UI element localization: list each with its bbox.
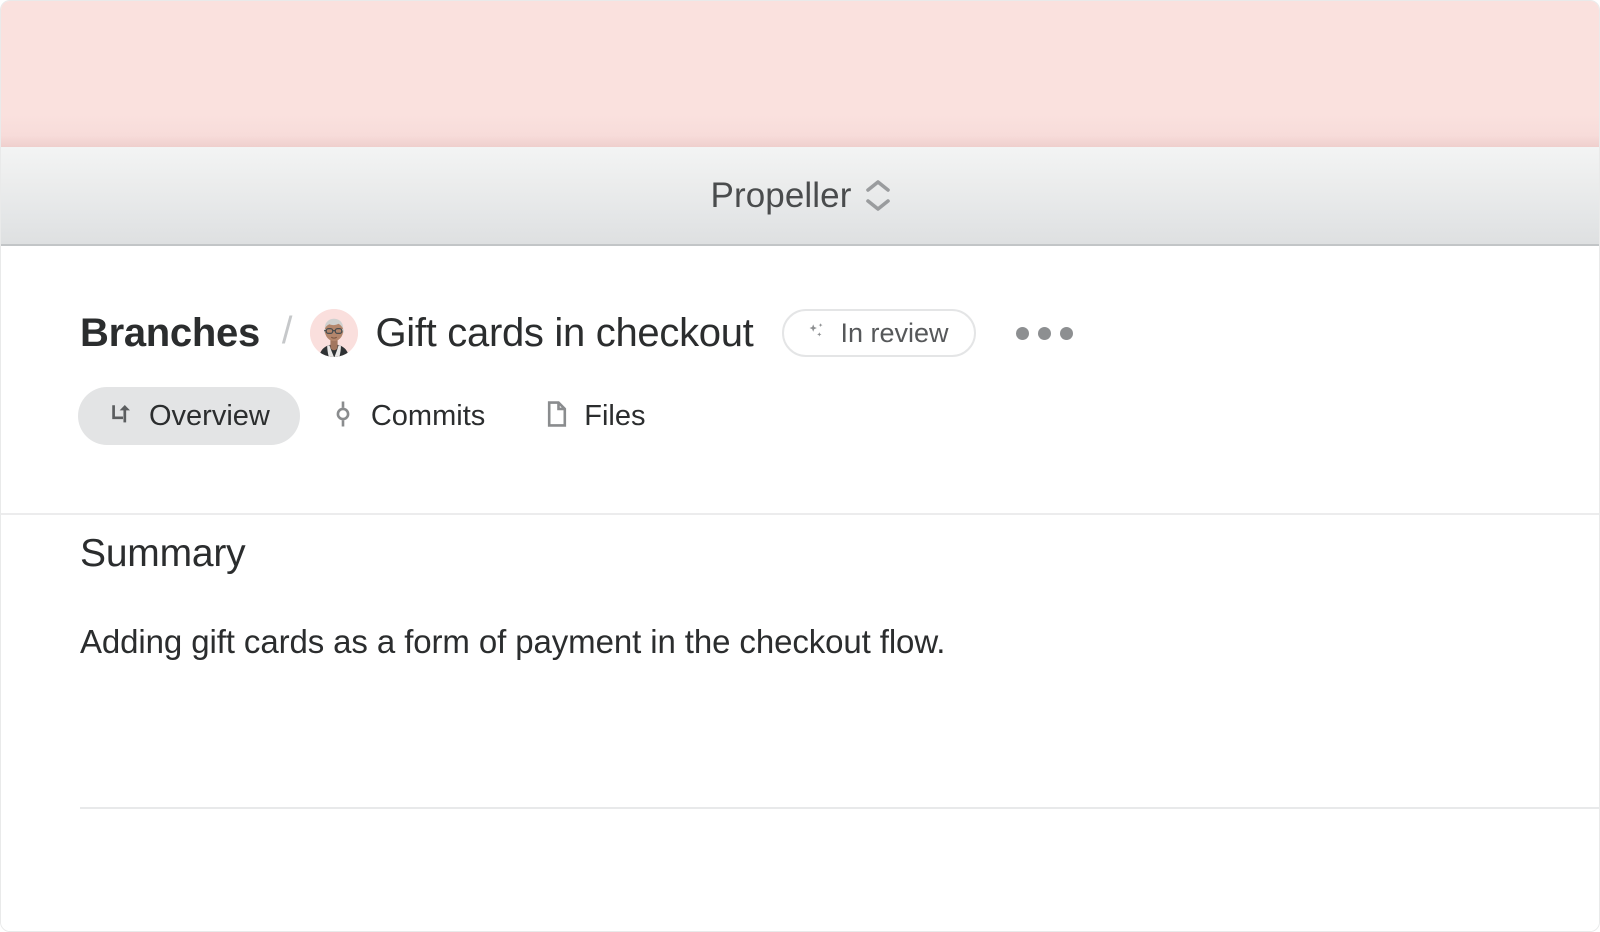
- more-actions-button[interactable]: [1010, 315, 1079, 352]
- summary-heading: Summary: [80, 532, 246, 575]
- git-branch-icon: [108, 401, 134, 432]
- workspace-switcher[interactable]: Propeller: [701, 172, 902, 219]
- git-commit-icon: [330, 400, 356, 433]
- page-title: Gift cards in checkout: [375, 310, 754, 355]
- app-window: Propeller Branches / Gift cards in check…: [0, 0, 1600, 932]
- ellipsis-icon: [1037, 326, 1051, 340]
- content-area: Branches / Gift cards in checkout In rev…: [1, 248, 1599, 931]
- tab-files-label: Files: [584, 399, 646, 432]
- section-divider: [80, 807, 1599, 809]
- summary-text: Adding gift cards as a form of payment i…: [80, 623, 946, 660]
- summary-section: Summary Adding gift cards as a form of p…: [1, 445, 1599, 662]
- breadcrumb-branches-link[interactable]: Branches: [80, 311, 260, 356]
- tab-commits[interactable]: Commits: [300, 387, 515, 445]
- workspace-name: Propeller: [710, 176, 852, 215]
- tab-overview[interactable]: Overview: [78, 387, 300, 445]
- status-badge-label: In review: [840, 317, 949, 348]
- chevron-up-down-icon[interactable]: [865, 179, 891, 212]
- accent-band: [1, 1, 1599, 147]
- ellipsis-icon: [1015, 326, 1029, 340]
- ellipsis-icon: [1059, 326, 1073, 340]
- avatar: [310, 309, 359, 357]
- file-icon: [545, 400, 569, 433]
- breadcrumb: Branches / Gift cards in checkout In rev…: [80, 304, 1599, 362]
- tab-bar-divider: [1, 513, 1599, 515]
- window-toolbar: Propeller: [1, 147, 1599, 246]
- sparkle-icon: [805, 319, 829, 348]
- page-header: Branches / Gift cards in checkout In rev…: [1, 248, 1599, 445]
- tab-commits-label: Commits: [370, 399, 486, 432]
- tab-overview-label: Overview: [149, 399, 270, 432]
- tab-files[interactable]: Files: [515, 387, 675, 445]
- status-badge[interactable]: In review: [782, 309, 976, 357]
- breadcrumb-separator: /: [281, 309, 293, 352]
- tab-bar: Overview Commits Files: [78, 387, 1599, 445]
